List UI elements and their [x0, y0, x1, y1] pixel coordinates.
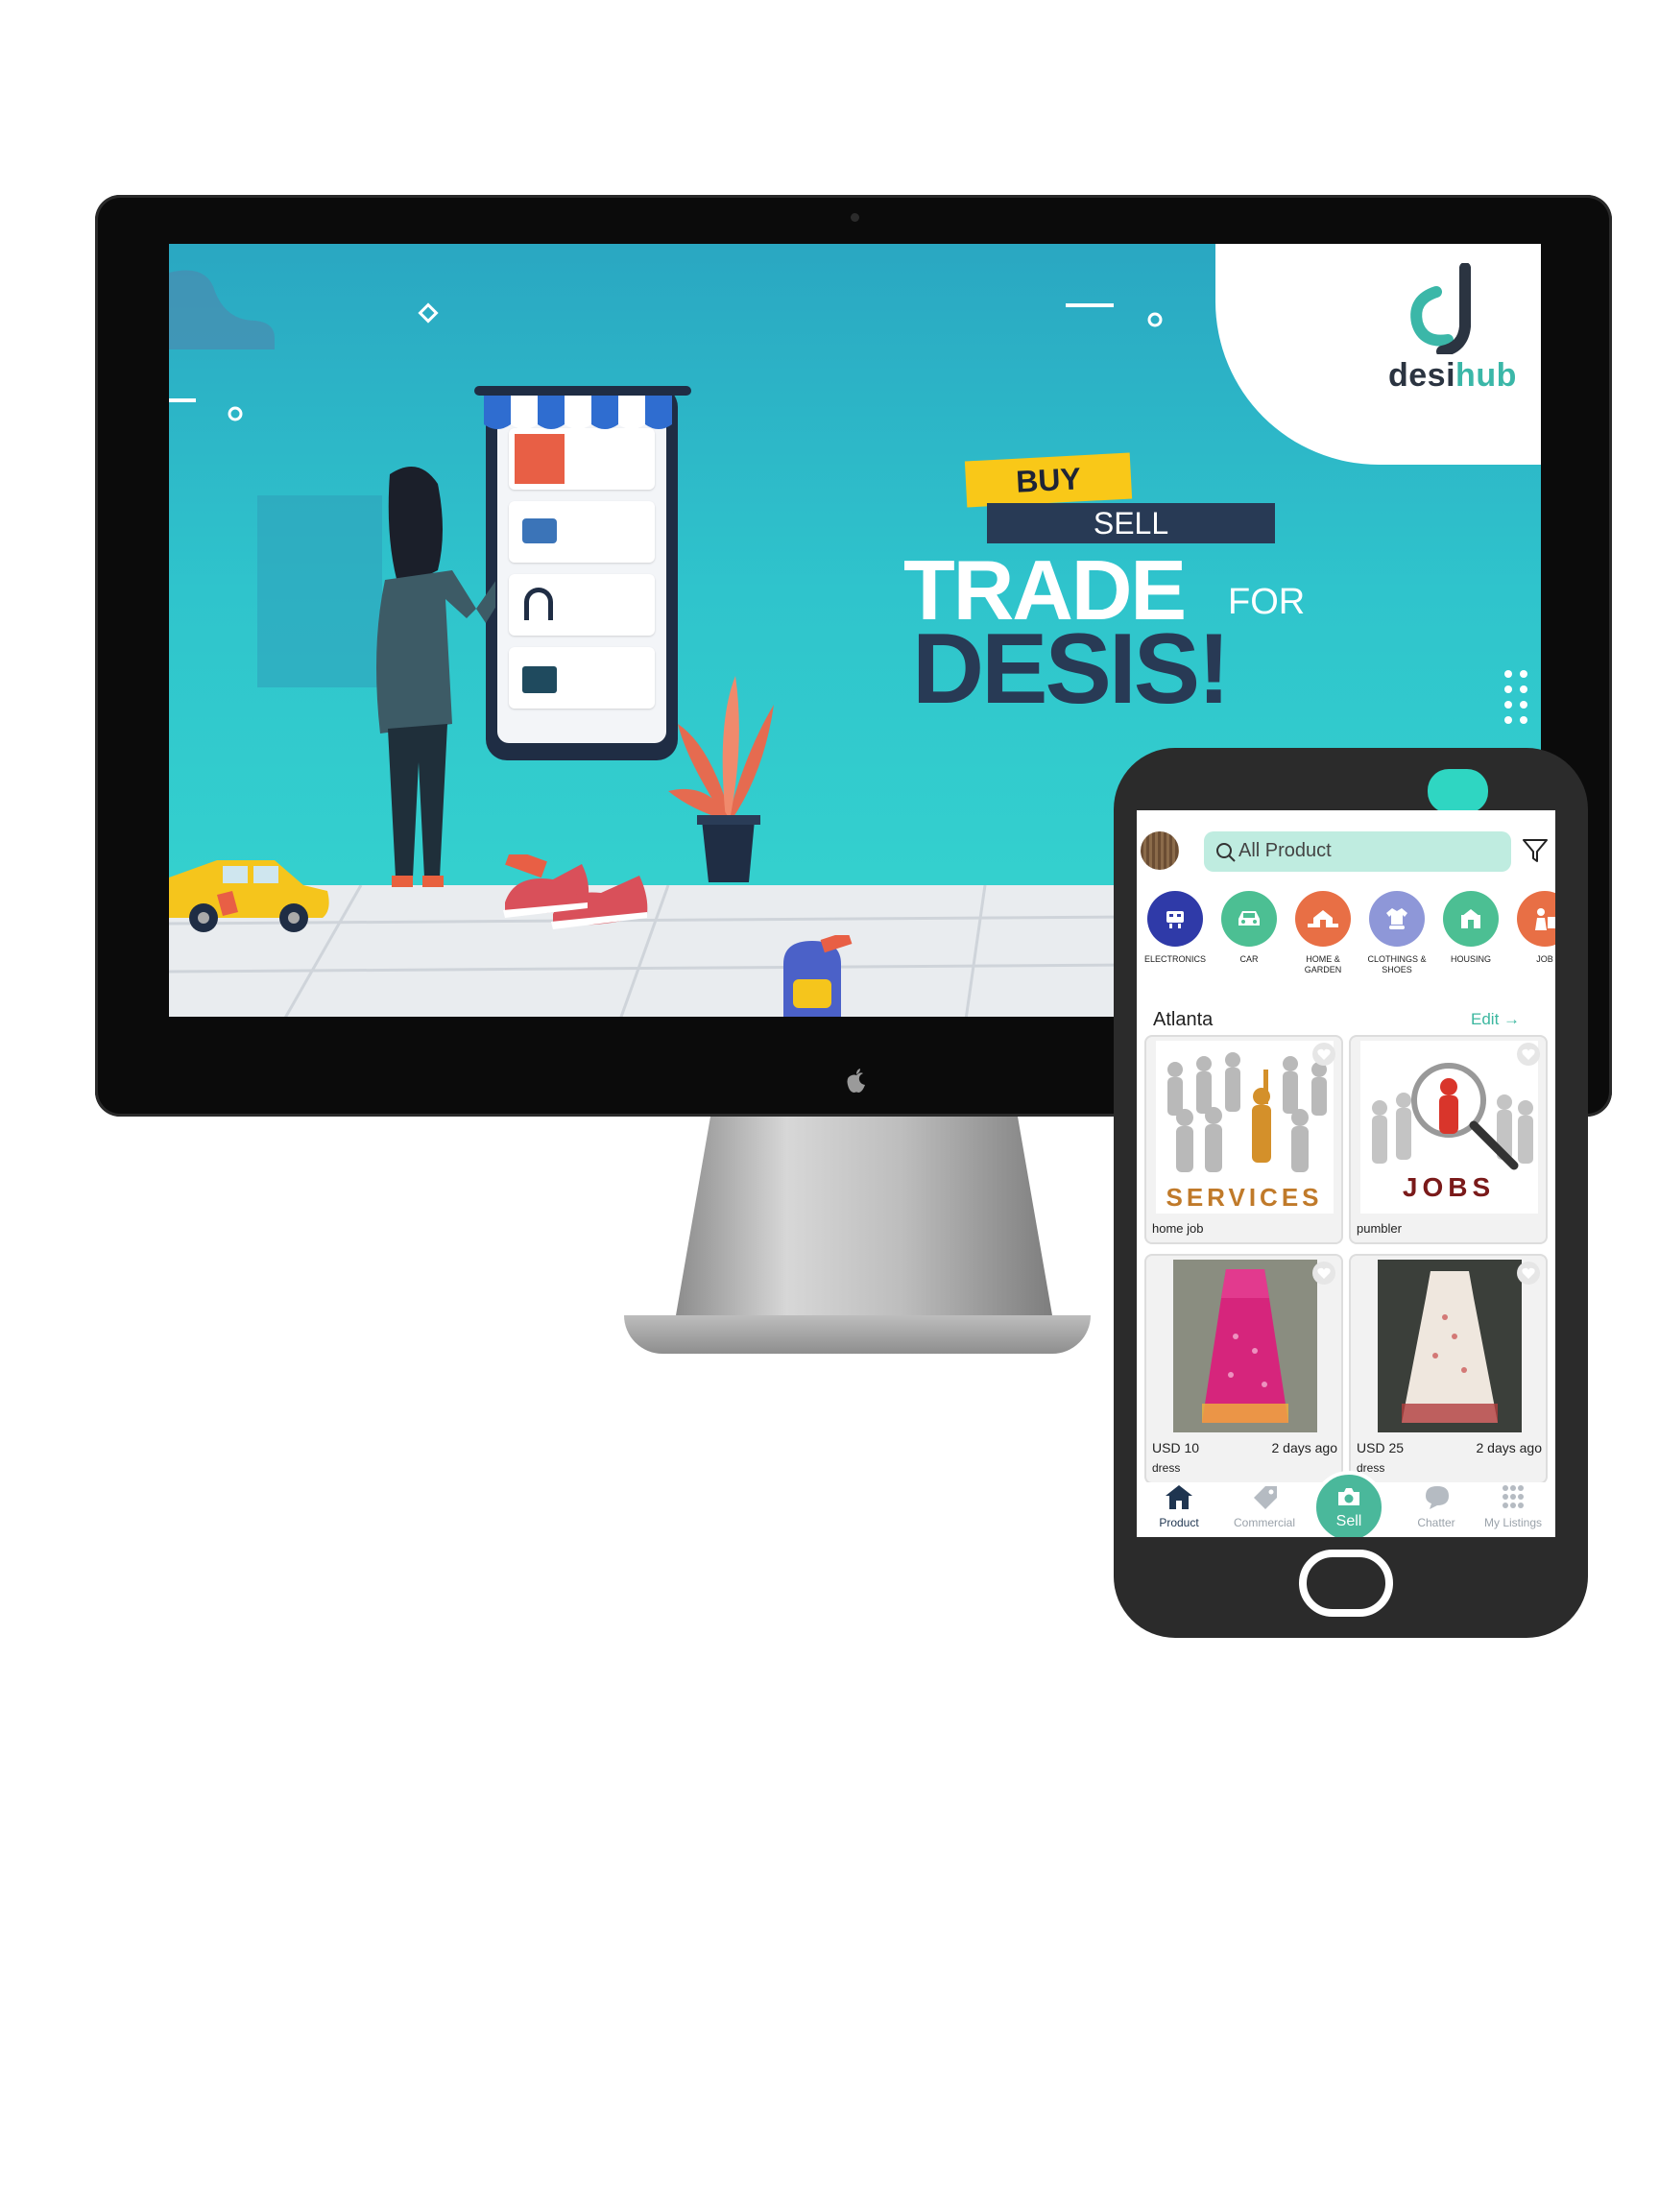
listing-image: JOBS [1360, 1041, 1538, 1214]
listing-image [1378, 1260, 1522, 1432]
filter-icon[interactable] [1521, 836, 1550, 865]
listing-title: pumbler [1357, 1221, 1402, 1236]
category-housing[interactable]: HOUSING [1434, 891, 1507, 965]
listing-age: 2 days ago [1271, 1440, 1338, 1455]
illustration-product-row [509, 501, 655, 563]
card-image-text: SERVICES [1166, 1183, 1322, 1212]
illustration-product-row [509, 647, 655, 709]
headline-desis: DESIS! [912, 613, 1231, 725]
woman-illustration [376, 467, 495, 887]
nav-commercial[interactable]: Commercial [1226, 1482, 1303, 1529]
grid-icon [1503, 1485, 1524, 1508]
listing-title: dress [1152, 1461, 1181, 1475]
listing-price: USD 25 [1357, 1440, 1405, 1455]
nav-product[interactable]: Product [1141, 1482, 1217, 1529]
nav-label: My Listings [1483, 1516, 1543, 1529]
category-label: ELECTRONICS [1143, 954, 1206, 964]
location-title: Atlanta [1153, 1009, 1214, 1030]
headline-sell: SELL [1093, 506, 1169, 541]
edit-label: Edit [1471, 1010, 1500, 1028]
category-label: CLOTHINGS & SHOES [1367, 954, 1427, 974]
phone-home-button[interactable] [1299, 1550, 1393, 1617]
category-label: HOUSING [1450, 954, 1491, 964]
card-image-text: JOBS [1403, 1172, 1495, 1202]
plant-illustration [668, 676, 774, 882]
housing-icon [1443, 891, 1499, 947]
category-home-garden[interactable]: HOME & GARDEN [1286, 891, 1359, 975]
nav-chatter[interactable]: Chatter [1398, 1482, 1475, 1529]
search-icon [1216, 843, 1236, 862]
nav-label: Product [1159, 1516, 1199, 1529]
listing-price: USD 10 [1152, 1440, 1200, 1455]
favorite-heart-icon[interactable] [1517, 1262, 1540, 1285]
category-label: CAR [1239, 954, 1259, 964]
home-icon [1166, 1485, 1192, 1509]
tag-icon [1254, 1486, 1277, 1509]
edit-location-link[interactable]: Edit → [1471, 1010, 1520, 1029]
listing-image: SERVICES [1156, 1041, 1334, 1214]
avatar[interactable] [1141, 831, 1179, 870]
category-job[interactable]: JOB [1508, 891, 1555, 965]
favorite-heart-icon[interactable] [1312, 1262, 1335, 1285]
monitor-camera [851, 213, 859, 222]
favorite-heart-icon[interactable] [1517, 1043, 1540, 1066]
shop-awning [474, 386, 691, 429]
car-icon [1221, 891, 1277, 947]
monitor-base [624, 1315, 1091, 1354]
illustration-product-row [509, 428, 655, 490]
listing-card[interactable]: SERVICES home job [1144, 1035, 1343, 1244]
category-car[interactable]: CAR [1213, 891, 1286, 965]
nav-my-listings[interactable]: My Listings [1475, 1482, 1551, 1529]
nav-label: Commercial [1233, 1516, 1295, 1529]
listing-image [1173, 1260, 1317, 1432]
app-screen: All Product ELECTRONICS CAR HOME & GARDE… [1137, 810, 1555, 1537]
brand-logo-text: desihub [1388, 357, 1517, 394]
headline-buy: BUY [1015, 461, 1082, 499]
category-electronics[interactable]: ELECTRONICS [1139, 891, 1212, 965]
headline-for: FOR [1228, 582, 1306, 622]
car-illustration [169, 860, 329, 932]
illustration-phone-screen [497, 417, 666, 743]
favorite-heart-icon[interactable] [1312, 1043, 1335, 1066]
phone-notch [1428, 769, 1488, 813]
electronics-icon [1147, 891, 1203, 947]
arrow-right-icon: → [1503, 1010, 1521, 1028]
listing-card[interactable]: USD 25 2 days ago dress [1349, 1254, 1548, 1484]
backpack-illustration [783, 935, 853, 1017]
illustration-product-row [509, 574, 655, 636]
listing-card[interactable]: JOBS pumbler [1349, 1035, 1548, 1244]
apple-logo-icon [847, 1069, 865, 1093]
category-label: JOB [1536, 954, 1553, 964]
listing-age: 2 days ago [1476, 1440, 1543, 1455]
listing-card[interactable]: USD 10 2 days ago dress [1144, 1254, 1343, 1484]
search-placeholder: All Product [1238, 840, 1332, 861]
chat-icon [1426, 1486, 1449, 1509]
sell-button[interactable]: Sell [1312, 1471, 1385, 1537]
category-clothing[interactable]: CLOTHINGS & SHOES [1360, 891, 1433, 975]
nav-label: Chatter [1417, 1516, 1455, 1529]
clothing-icon [1369, 891, 1425, 947]
shoes-illustration [503, 854, 648, 929]
camera-icon [1338, 1488, 1359, 1505]
home-garden-icon [1295, 891, 1351, 947]
desihub-logo-icon [1410, 263, 1471, 354]
job-icon [1517, 891, 1555, 947]
sell-label: Sell [1335, 1513, 1362, 1529]
monitor-stand [672, 1117, 1056, 1337]
listing-title: home job [1152, 1221, 1204, 1236]
category-label: HOME & GARDEN [1304, 954, 1342, 974]
